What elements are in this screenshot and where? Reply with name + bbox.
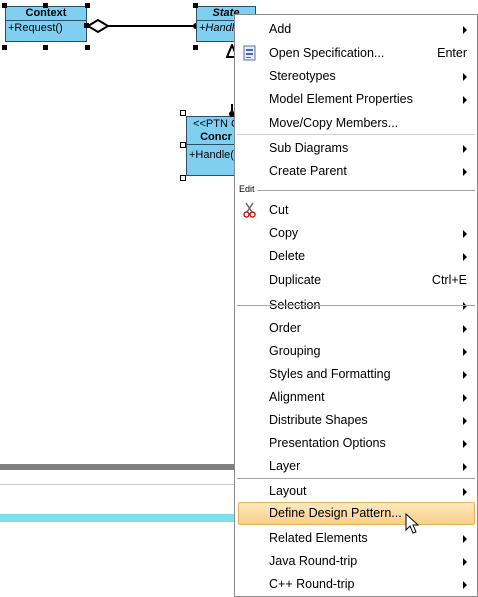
selection-handle[interactable]: [43, 3, 48, 8]
panel-border: [0, 484, 236, 485]
selection-handle[interactable]: [193, 3, 198, 8]
menu-item-label: Layout: [269, 484, 307, 498]
menu-item-label: Sub Diagrams: [269, 141, 349, 155]
menu-item-shortcut: Enter: [437, 46, 467, 60]
menu-item-alignment[interactable]: Alignment: [235, 386, 477, 409]
menu-item-layer[interactable]: Layer: [235, 455, 477, 478]
context-menu: Add Open Specification... Enter Stereotypes…: [234, 14, 478, 597]
menu-item-delete[interactable]: Delete: [235, 245, 477, 268]
submenu-arrow-icon: [463, 26, 467, 34]
menu-item-label: Open Specification...: [269, 46, 385, 60]
menu-separator: [237, 478, 475, 479]
menu-item-duplicate[interactable]: Duplicate Ctrl+E: [235, 269, 477, 292]
submenu-arrow-icon: [463, 371, 467, 379]
selection-handle[interactable]: [180, 142, 186, 148]
menu-item-cut[interactable]: Cut: [235, 199, 477, 222]
menu-item-label: Cut: [269, 203, 289, 217]
menu-item-label: Order: [269, 321, 301, 335]
menu-item-presentation-options[interactable]: Presentation Options: [235, 432, 477, 455]
menu-item-label: Grouping: [269, 344, 321, 358]
menu-item-label: Java Round-trip: [269, 554, 358, 568]
menu-item-layout[interactable]: Layout: [235, 480, 477, 503]
selection-handle[interactable]: [85, 3, 90, 8]
class-context-name: Context: [6, 7, 86, 21]
submenu-arrow-icon: [463, 168, 467, 176]
submenu-arrow-icon: [463, 394, 467, 402]
menu-item-label: Define Design Pattern...: [269, 506, 402, 520]
menu-item-label: Layer: [269, 459, 301, 473]
selection-handle[interactable]: [193, 45, 198, 50]
panel-divider: [0, 464, 236, 470]
class-context[interactable]: Context +Request(): [5, 6, 87, 42]
menu-item-order[interactable]: Order: [235, 317, 477, 340]
submenu-arrow-icon: [463, 302, 467, 310]
menu-separator: [237, 305, 475, 306]
submenu-arrow-icon: [463, 73, 467, 81]
menu-item-label: Distribute Shapes: [269, 413, 368, 427]
menu-item-copy[interactable]: Copy: [235, 222, 477, 245]
submenu-arrow-icon: [463, 325, 467, 333]
menu-item-java-round-trip[interactable]: Java Round-trip: [235, 550, 477, 573]
menu-item-label: Model Element Properties: [269, 92, 413, 106]
menu-item-label: Delete: [269, 249, 306, 263]
menu-item-related-elements[interactable]: Related Elements: [235, 527, 477, 550]
submenu-arrow-icon: [463, 488, 467, 496]
menu-item-move-copy-members[interactable]: Move/Copy Members...: [235, 112, 477, 135]
menu-item-add[interactable]: Add: [235, 18, 477, 41]
menu-item-styles-and-formatting[interactable]: Styles and Formatting: [235, 363, 477, 386]
menu-item-label: Duplicate: [269, 273, 322, 287]
menu-item-open-specification[interactable]: Open Specification... Enter: [235, 42, 477, 65]
menu-section-line: [237, 190, 475, 191]
selection-handle[interactable]: [2, 45, 7, 50]
menu-item-label: Related Elements: [269, 531, 368, 545]
submenu-arrow-icon: [463, 417, 467, 425]
menu-item-shortcut: Ctrl+E: [431, 273, 467, 287]
selection-handle[interactable]: [2, 3, 7, 8]
menu-item-label: Move/Copy Members...: [269, 116, 399, 130]
submenu-arrow-icon: [463, 145, 467, 153]
selection-handle[interactable]: [180, 175, 186, 181]
menu-item-label: Create Parent: [269, 164, 347, 178]
menu-item-stereotypes[interactable]: Stereotypes: [235, 65, 477, 88]
menu-section-label: Edit: [237, 184, 257, 194]
submenu-arrow-icon: [463, 535, 467, 543]
menu-item-sub-diagrams[interactable]: Sub Diagrams: [235, 137, 477, 160]
submenu-arrow-icon: [463, 440, 467, 448]
menu-item-label: Alignment: [269, 390, 325, 404]
submenu-arrow-icon: [463, 230, 467, 238]
submenu-arrow-icon: [463, 463, 467, 471]
menu-separator: [237, 134, 475, 135]
menu-item-cpp-round-trip[interactable]: C++ Round-trip: [235, 573, 477, 596]
submenu-arrow-icon: [463, 581, 467, 589]
menu-item-grouping[interactable]: Grouping: [235, 340, 477, 363]
specification-icon: [242, 45, 258, 61]
menu-item-label: Presentation Options: [269, 436, 386, 450]
menu-item-distribute-shapes[interactable]: Distribute Shapes: [235, 409, 477, 432]
scroll-track[interactable]: [0, 514, 236, 522]
class-context-operation: +Request(): [8, 22, 63, 34]
menu-item-label: Stereotypes: [269, 69, 336, 83]
menu-item-label: Styles and Formatting: [269, 367, 391, 381]
menu-item-label: Add: [269, 22, 292, 36]
scissors-icon: [242, 202, 258, 218]
selection-handle[interactable]: [180, 110, 186, 116]
selection-handle[interactable]: [43, 45, 48, 50]
selection-handle[interactable]: [85, 45, 90, 50]
submenu-arrow-icon: [463, 558, 467, 566]
aggregation-connector[interactable]: [86, 16, 201, 36]
connector-handle[interactable]: [84, 23, 89, 28]
menu-item-create-parent[interactable]: Create Parent: [235, 160, 477, 183]
menu-item-label: C++ Round-trip: [269, 577, 355, 591]
menu-item-define-design-pattern[interactable]: Define Design Pattern...: [238, 502, 475, 525]
submenu-arrow-icon: [463, 253, 467, 261]
submenu-arrow-icon: [463, 348, 467, 356]
menu-item-label: Copy: [269, 226, 299, 240]
menu-item-model-element-properties[interactable]: Model Element Properties: [235, 88, 477, 111]
mouse-cursor-icon: [405, 513, 419, 534]
submenu-arrow-icon: [463, 96, 467, 104]
